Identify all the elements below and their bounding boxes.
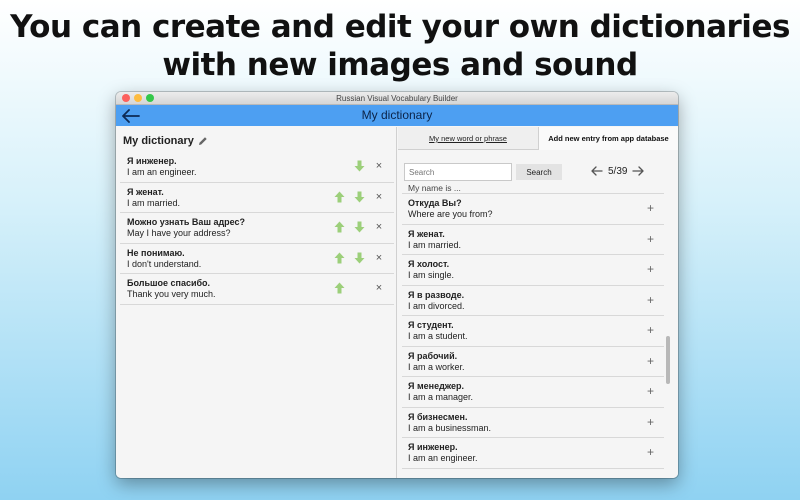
entry-russian: Я рабочий. bbox=[408, 350, 458, 361]
add-icon[interactable]: + bbox=[647, 415, 654, 429]
promo-headline: You can create and edit your own diction… bbox=[0, 8, 800, 84]
move-up-icon[interactable] bbox=[332, 281, 346, 295]
tab-bar: My new word or phrase Add new entry from… bbox=[398, 127, 678, 150]
entry-russian: Я в разводе. bbox=[408, 289, 465, 300]
scrollbar-thumb[interactable] bbox=[666, 336, 670, 384]
tab-my-new-word[interactable]: My new word or phrase bbox=[398, 127, 538, 150]
entry-english: I am a student. bbox=[408, 331, 468, 341]
page-title: My dictionary bbox=[361, 108, 433, 122]
add-icon[interactable]: + bbox=[647, 445, 654, 459]
page-indicator: 5/39 bbox=[608, 165, 628, 177]
list-item[interactable]: Большое спасибо. Thank you very much. × bbox=[120, 274, 394, 305]
entry-russian: Я холост. bbox=[408, 259, 450, 269]
add-icon[interactable]: + bbox=[647, 201, 654, 215]
search-input[interactable] bbox=[404, 163, 512, 181]
database-panel: My new word or phrase Add new entry from… bbox=[398, 127, 678, 478]
arrow-left-icon bbox=[591, 166, 603, 176]
remove-icon[interactable]: × bbox=[372, 251, 386, 265]
entry-english: I am a worker. bbox=[408, 361, 465, 372]
app-header-bar: My dictionary bbox=[116, 105, 678, 126]
list-item[interactable]: Я в разводе. I am divorced. + bbox=[402, 286, 664, 316]
dictionary-title-row: My dictionary bbox=[123, 135, 208, 147]
list-item[interactable]: Я холост. I am single. + bbox=[402, 255, 664, 286]
list-item[interactable]: Я студент. I am a student. + bbox=[402, 316, 664, 347]
app-window: Russian Visual Vocabulary Builder My dic… bbox=[116, 92, 678, 478]
main-content: My dictionary Я инженер. I am an engineer… bbox=[116, 127, 678, 478]
entry-russian: Я студент. bbox=[408, 320, 454, 330]
list-item[interactable]: Я инженер. I am an engineer. + bbox=[402, 438, 664, 469]
remove-icon[interactable]: × bbox=[372, 220, 386, 234]
pager: 5/39 bbox=[590, 162, 645, 180]
entry-english: Where are you from? bbox=[408, 209, 493, 219]
headline-line-2: with new images and sound bbox=[162, 47, 638, 83]
add-icon[interactable]: + bbox=[647, 293, 654, 307]
entry-english: I am a manager. bbox=[408, 392, 474, 402]
entry-russian: Я менеджер. bbox=[408, 381, 465, 391]
list-item-partial: My name is ... bbox=[402, 185, 664, 194]
prev-page-button[interactable] bbox=[590, 164, 604, 178]
entry-russian: Я инженер. bbox=[408, 442, 458, 452]
move-down-icon[interactable] bbox=[352, 190, 366, 204]
add-icon[interactable]: + bbox=[647, 262, 654, 276]
list-item[interactable]: Я инженер. I am an engineer. × bbox=[120, 152, 394, 183]
entry-russian: Откуда Вы? bbox=[408, 198, 462, 208]
entry-english: I am an engineer. bbox=[408, 453, 478, 463]
remove-icon[interactable]: × bbox=[372, 190, 386, 204]
window-title: Russian Visual Vocabulary Builder bbox=[336, 94, 458, 103]
pencil-icon[interactable] bbox=[198, 136, 208, 146]
next-page-button[interactable] bbox=[631, 164, 645, 178]
list-item[interactable]: Откуда Вы? Where are you from? + bbox=[402, 194, 664, 225]
entry-russian: Я бизнесмен. bbox=[408, 411, 468, 422]
entry-english: I am a businessman. bbox=[408, 422, 492, 433]
entry-russian: Я женат. bbox=[408, 228, 445, 239]
remove-icon[interactable]: × bbox=[372, 281, 386, 295]
move-down-icon[interactable] bbox=[352, 220, 366, 234]
add-icon[interactable]: + bbox=[647, 384, 654, 398]
entry-english: Thank you very much. bbox=[127, 289, 216, 299]
entry-english: I am single. bbox=[408, 270, 455, 280]
move-up-icon[interactable] bbox=[332, 251, 346, 265]
entry-english: I am divorced. bbox=[408, 300, 465, 311]
database-entry-list: My name is ... Откуда Вы? Where are you f… bbox=[402, 185, 664, 478]
list-item[interactable]: Не понимаю. I don't understand. × bbox=[120, 244, 394, 274]
list-item[interactable]: Я бизнесмен. I am a businessman. + bbox=[402, 408, 664, 438]
move-down-icon[interactable] bbox=[352, 251, 366, 265]
search-button[interactable]: Search bbox=[516, 164, 562, 180]
entry-english: I am married. bbox=[408, 239, 462, 250]
list-item[interactable]: Я рабочий. I am a worker. + bbox=[402, 347, 664, 377]
move-down-icon[interactable] bbox=[352, 159, 366, 173]
list-item[interactable]: Я менеджер. I am a manager. + bbox=[402, 377, 664, 408]
move-up-icon[interactable] bbox=[332, 190, 346, 204]
tab-app-database[interactable]: Add new entry from app database bbox=[538, 127, 678, 150]
list-item[interactable]: Я женат. I am married. × bbox=[120, 183, 394, 213]
remove-icon[interactable]: × bbox=[372, 159, 386, 173]
move-up-icon[interactable] bbox=[332, 220, 346, 234]
add-icon[interactable]: + bbox=[647, 323, 654, 337]
dictionary-entry-list: Я инженер. I am an engineer. × Я женат. I am… bbox=[120, 152, 394, 305]
dictionary-title: My dictionary bbox=[123, 135, 194, 147]
list-item[interactable]: Я женат. I am married. + bbox=[402, 225, 664, 255]
headline-line-1: You can create and edit your own diction… bbox=[10, 9, 790, 45]
list-item[interactable]: Можно узнать Ваш адрес? May I have your a… bbox=[120, 213, 394, 244]
my-dictionary-panel: My dictionary Я инженер. I am an engineer… bbox=[116, 127, 397, 478]
add-icon[interactable]: + bbox=[647, 354, 654, 368]
arrow-right-icon bbox=[632, 166, 645, 176]
window-titlebar: Russian Visual Vocabulary Builder bbox=[116, 92, 678, 105]
entry-russian: Большое спасибо. bbox=[127, 278, 211, 288]
add-icon[interactable]: + bbox=[647, 232, 654, 246]
